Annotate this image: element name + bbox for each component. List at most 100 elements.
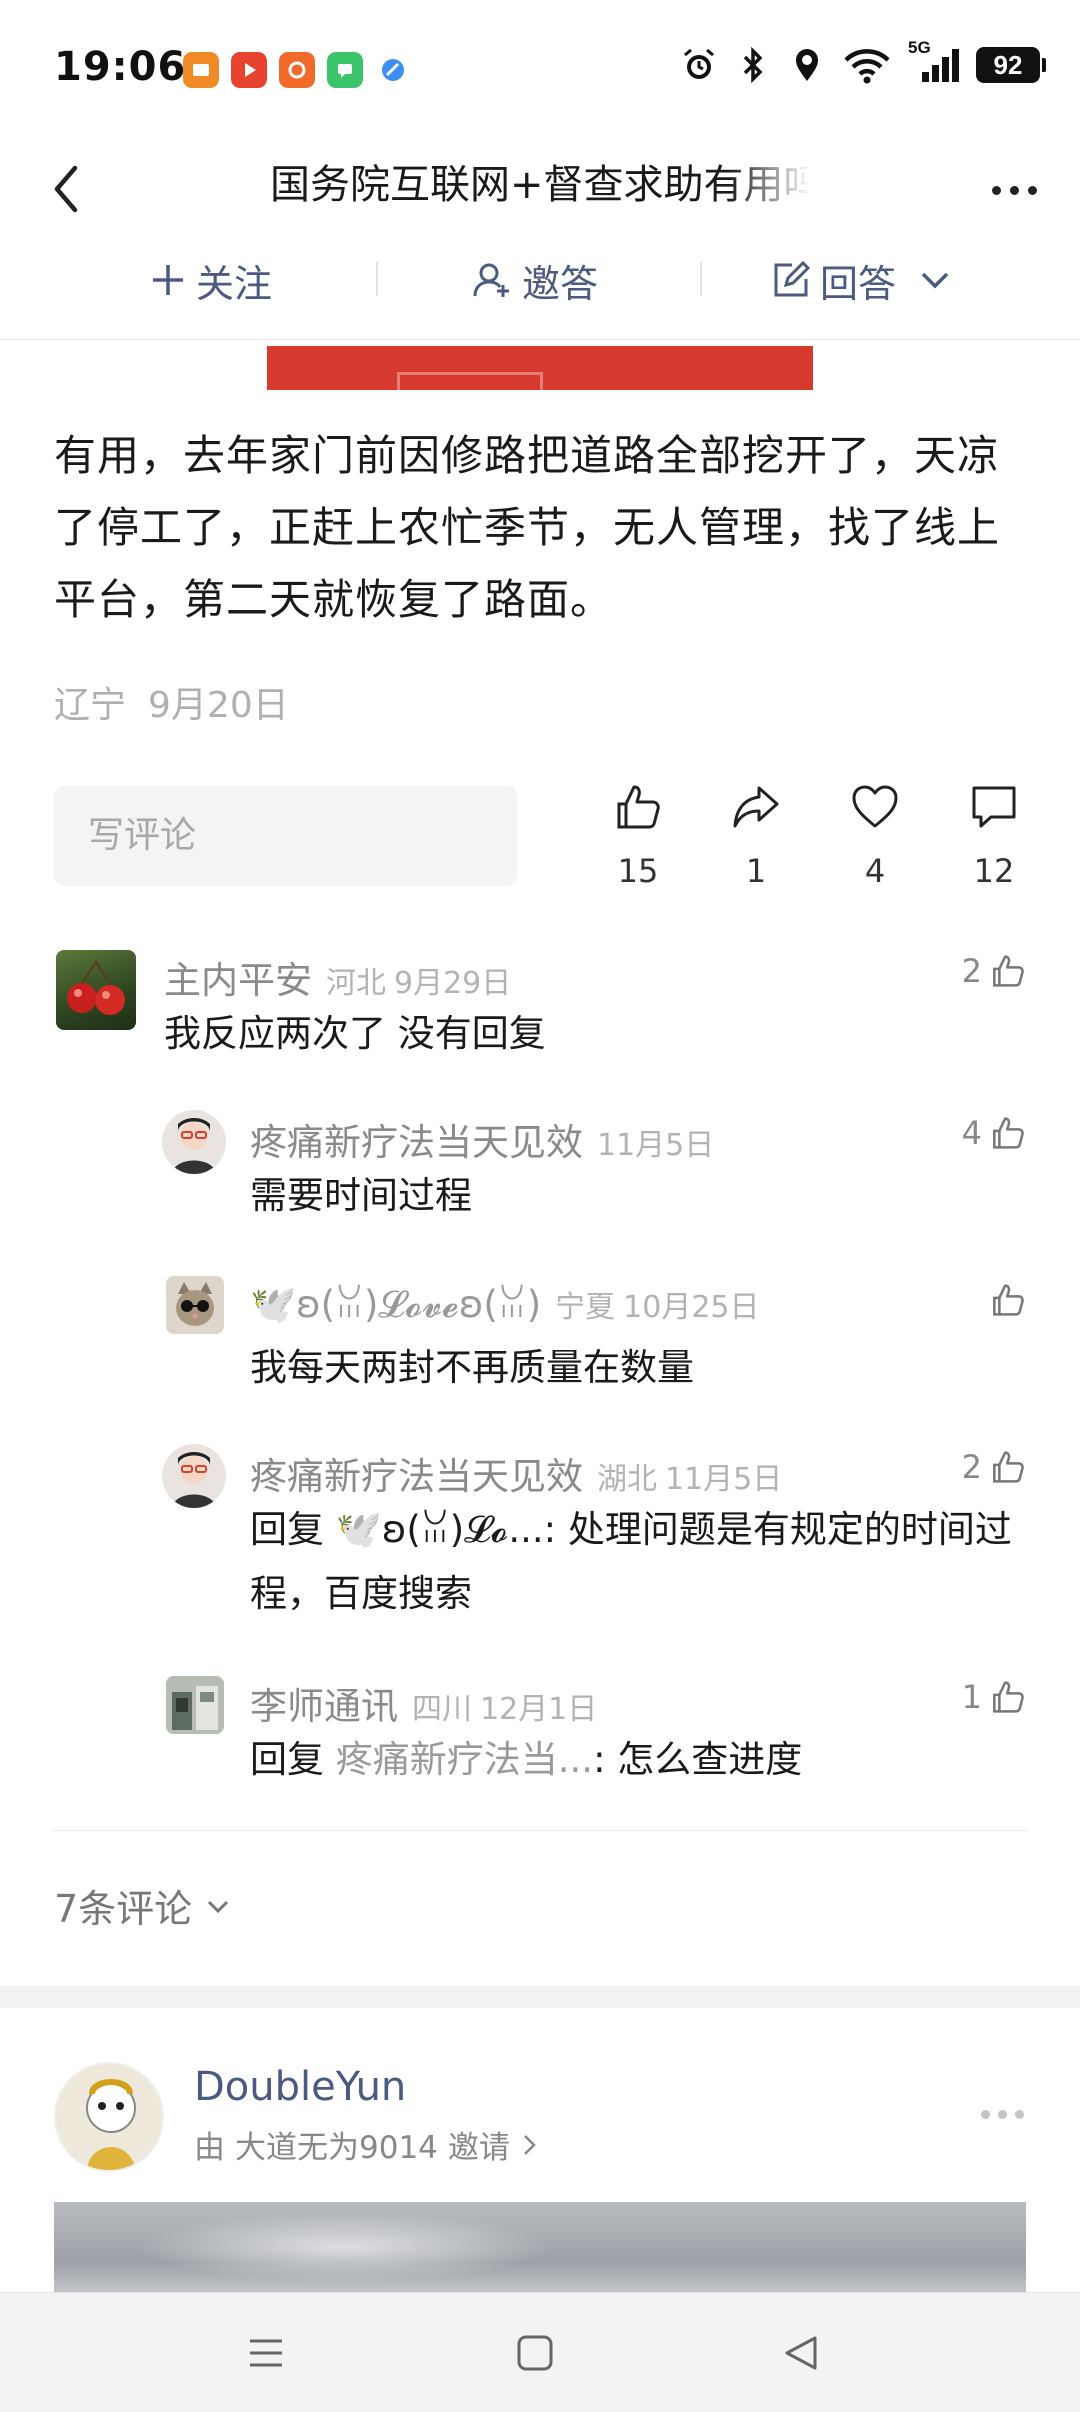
avatar[interactable] [162,1444,226,1508]
comment-text: 我每天两封不再质量在数量 [250,1346,694,1389]
reply-target[interactable]: 🕊️ʚ(ꈍ)𝓛𝓸... [336,1508,544,1551]
reply-prefix: 回复 [250,1738,324,1781]
answer-image[interactable] [54,2202,1026,2302]
comment-text: 需要时间过程 [250,1174,472,1217]
invite-label: 邀答 [522,261,599,306]
top-bar: 国务院互联网+督查求助有用吗 [0,140,1080,240]
divider [700,262,702,296]
recent-apps-button[interactable] [226,2323,306,2383]
share-icon [733,786,779,828]
comment-text: 我反应两次了 没有回复 [164,1012,546,1055]
avatar[interactable] [56,950,136,1030]
like-button[interactable]: 15 [588,782,688,890]
comment-header: 主内平安 河北 9月29日 [164,950,511,1004]
comment-like-count: 2 [961,1448,982,1486]
status-bar: 19:06 5G 92 [0,0,1080,140]
comment-header: 李师通讯 四川 12月1日 [250,1676,597,1730]
comment-header: 🕊️ʚ(ꈍ)𝓛𝓸𝓿𝓮ʚ(ꈍ) 宁夏 10月25日 [250,1278,760,1327]
comment-like-button[interactable] [982,1282,1026,1318]
reply-target[interactable]: 疼痛新疗法当... [336,1738,593,1781]
share-button[interactable]: 1 [706,782,806,890]
chevron-right-icon [524,2134,536,2155]
answer-body: 有用，去年家门前因修路把道路全部挖开了，天凉了停工了，正赶上农忙季节，无人管理，… [54,431,1001,624]
favorite-button[interactable]: 4 [825,782,925,890]
comment-like-button[interactable]: 1 [962,1678,1026,1716]
reply-prefix: 回复 [250,1508,324,1551]
bluetooth-icon [734,46,772,84]
comment-date: 11月5日 [597,1128,715,1163]
invite-answer-button[interactable]: 邀答 [472,240,598,320]
comment-like-button[interactable]: 2 [962,1448,1026,1486]
more-options-button[interactable] [982,160,1046,220]
nav-back-icon [785,2336,817,2370]
wifi-icon [842,46,892,84]
author-name[interactable]: DoubleYun [194,2064,406,2110]
author-avatar[interactable] [54,2062,164,2172]
answer-location: 辽宁 [54,685,127,726]
share-count: 1 [745,852,767,890]
comment-input[interactable]: 写评论 [54,786,517,886]
comment-date: 10月25日 [623,1290,760,1325]
comment-text: 回复 🕊️ʚ(ꈍ)𝓛𝓸...: 处理问题是有规定的时间过程，百度搜索 [250,1498,1020,1626]
answer-date: 9月20日 [148,685,289,726]
comment-icon [972,786,1016,828]
invite-user-icon [473,263,509,297]
avatar[interactable] [166,1276,224,1334]
network-label: 5G [908,38,931,57]
comment-header: 疼痛新疗法当天见效 11月5日 [250,1112,714,1166]
back-icon [54,165,78,213]
answer-image[interactable] [267,346,813,390]
alarm-icon [680,46,718,84]
answer-more-button[interactable] [981,2110,1024,2119]
location-icon [788,46,826,84]
inviter-name: 大道无为9014 [235,2130,438,2166]
chevron-down-icon [208,1900,229,1913]
divider [54,1830,1026,1831]
follow-label: 关注 [196,261,273,306]
thumbs-up-icon [993,1681,1024,1713]
system-navigation-bar [0,2292,1080,2412]
comment-date: 11月5日 [665,1462,783,1497]
question-action-bar: 关注 邀答 回答 [0,240,1080,340]
thumbs-up-icon [993,1284,1024,1316]
shop-avatar-image [166,1676,224,1734]
avatar[interactable] [166,1676,224,1734]
divider [376,262,378,296]
comment-location: 河北 [326,966,386,1001]
plus-icon [153,265,183,295]
message-app-icon [327,52,363,88]
video-app-icon [231,52,267,88]
commenter-name[interactable]: 主内平安 [164,950,312,1004]
edit-icon [774,261,810,297]
answer-button[interactable]: 回答 [772,240,952,320]
view-more-comments-button[interactable]: 7条评论 [54,1878,232,1933]
person-avatar-image [172,1452,216,1508]
thumbs-up-icon [993,1117,1024,1149]
more-icon [981,2110,990,2119]
comment-date: 12月1日 [480,1692,598,1727]
commenter-name[interactable]: 🕊️ʚ(ꈍ)𝓛𝓸𝓿𝓮ʚ(ꈍ) [250,1278,541,1327]
comment-like-count: 2 [961,952,982,990]
invite-suffix: 邀请 [447,2130,510,2166]
comment-like-count: 4 [961,1114,982,1152]
commenter-name[interactable]: 疼痛新疗法当天见效 [250,1112,583,1166]
invite-info[interactable]: 由 大道无为9014 邀请 [194,2122,540,2167]
back-button[interactable] [36,154,96,224]
follow-button[interactable]: 关注 [150,240,272,320]
comment-button[interactable]: 12 [944,782,1044,890]
commenter-name[interactable]: 李师通讯 [250,1676,398,1730]
system-status: 5G 92 [680,38,1046,84]
answer-label: 回答 [820,261,897,306]
thumbs-up-icon [993,1451,1024,1483]
avatar[interactable] [162,1110,226,1174]
comment-like-button[interactable]: 4 [962,1114,1026,1152]
home-button[interactable] [495,2323,575,2383]
thumbs-up-icon [993,955,1024,987]
page-title: 国务院互联网+督查求助有用吗 [270,162,810,208]
comment-location: 宁夏 [555,1290,616,1325]
system-back-button[interactable] [761,2323,841,2383]
cat-avatar-image [176,1282,214,1326]
comment-like-button[interactable]: 2 [962,952,1026,990]
commenter-name[interactable]: 疼痛新疗法当天见效 [250,1446,583,1500]
section-separator [0,1986,1080,2008]
